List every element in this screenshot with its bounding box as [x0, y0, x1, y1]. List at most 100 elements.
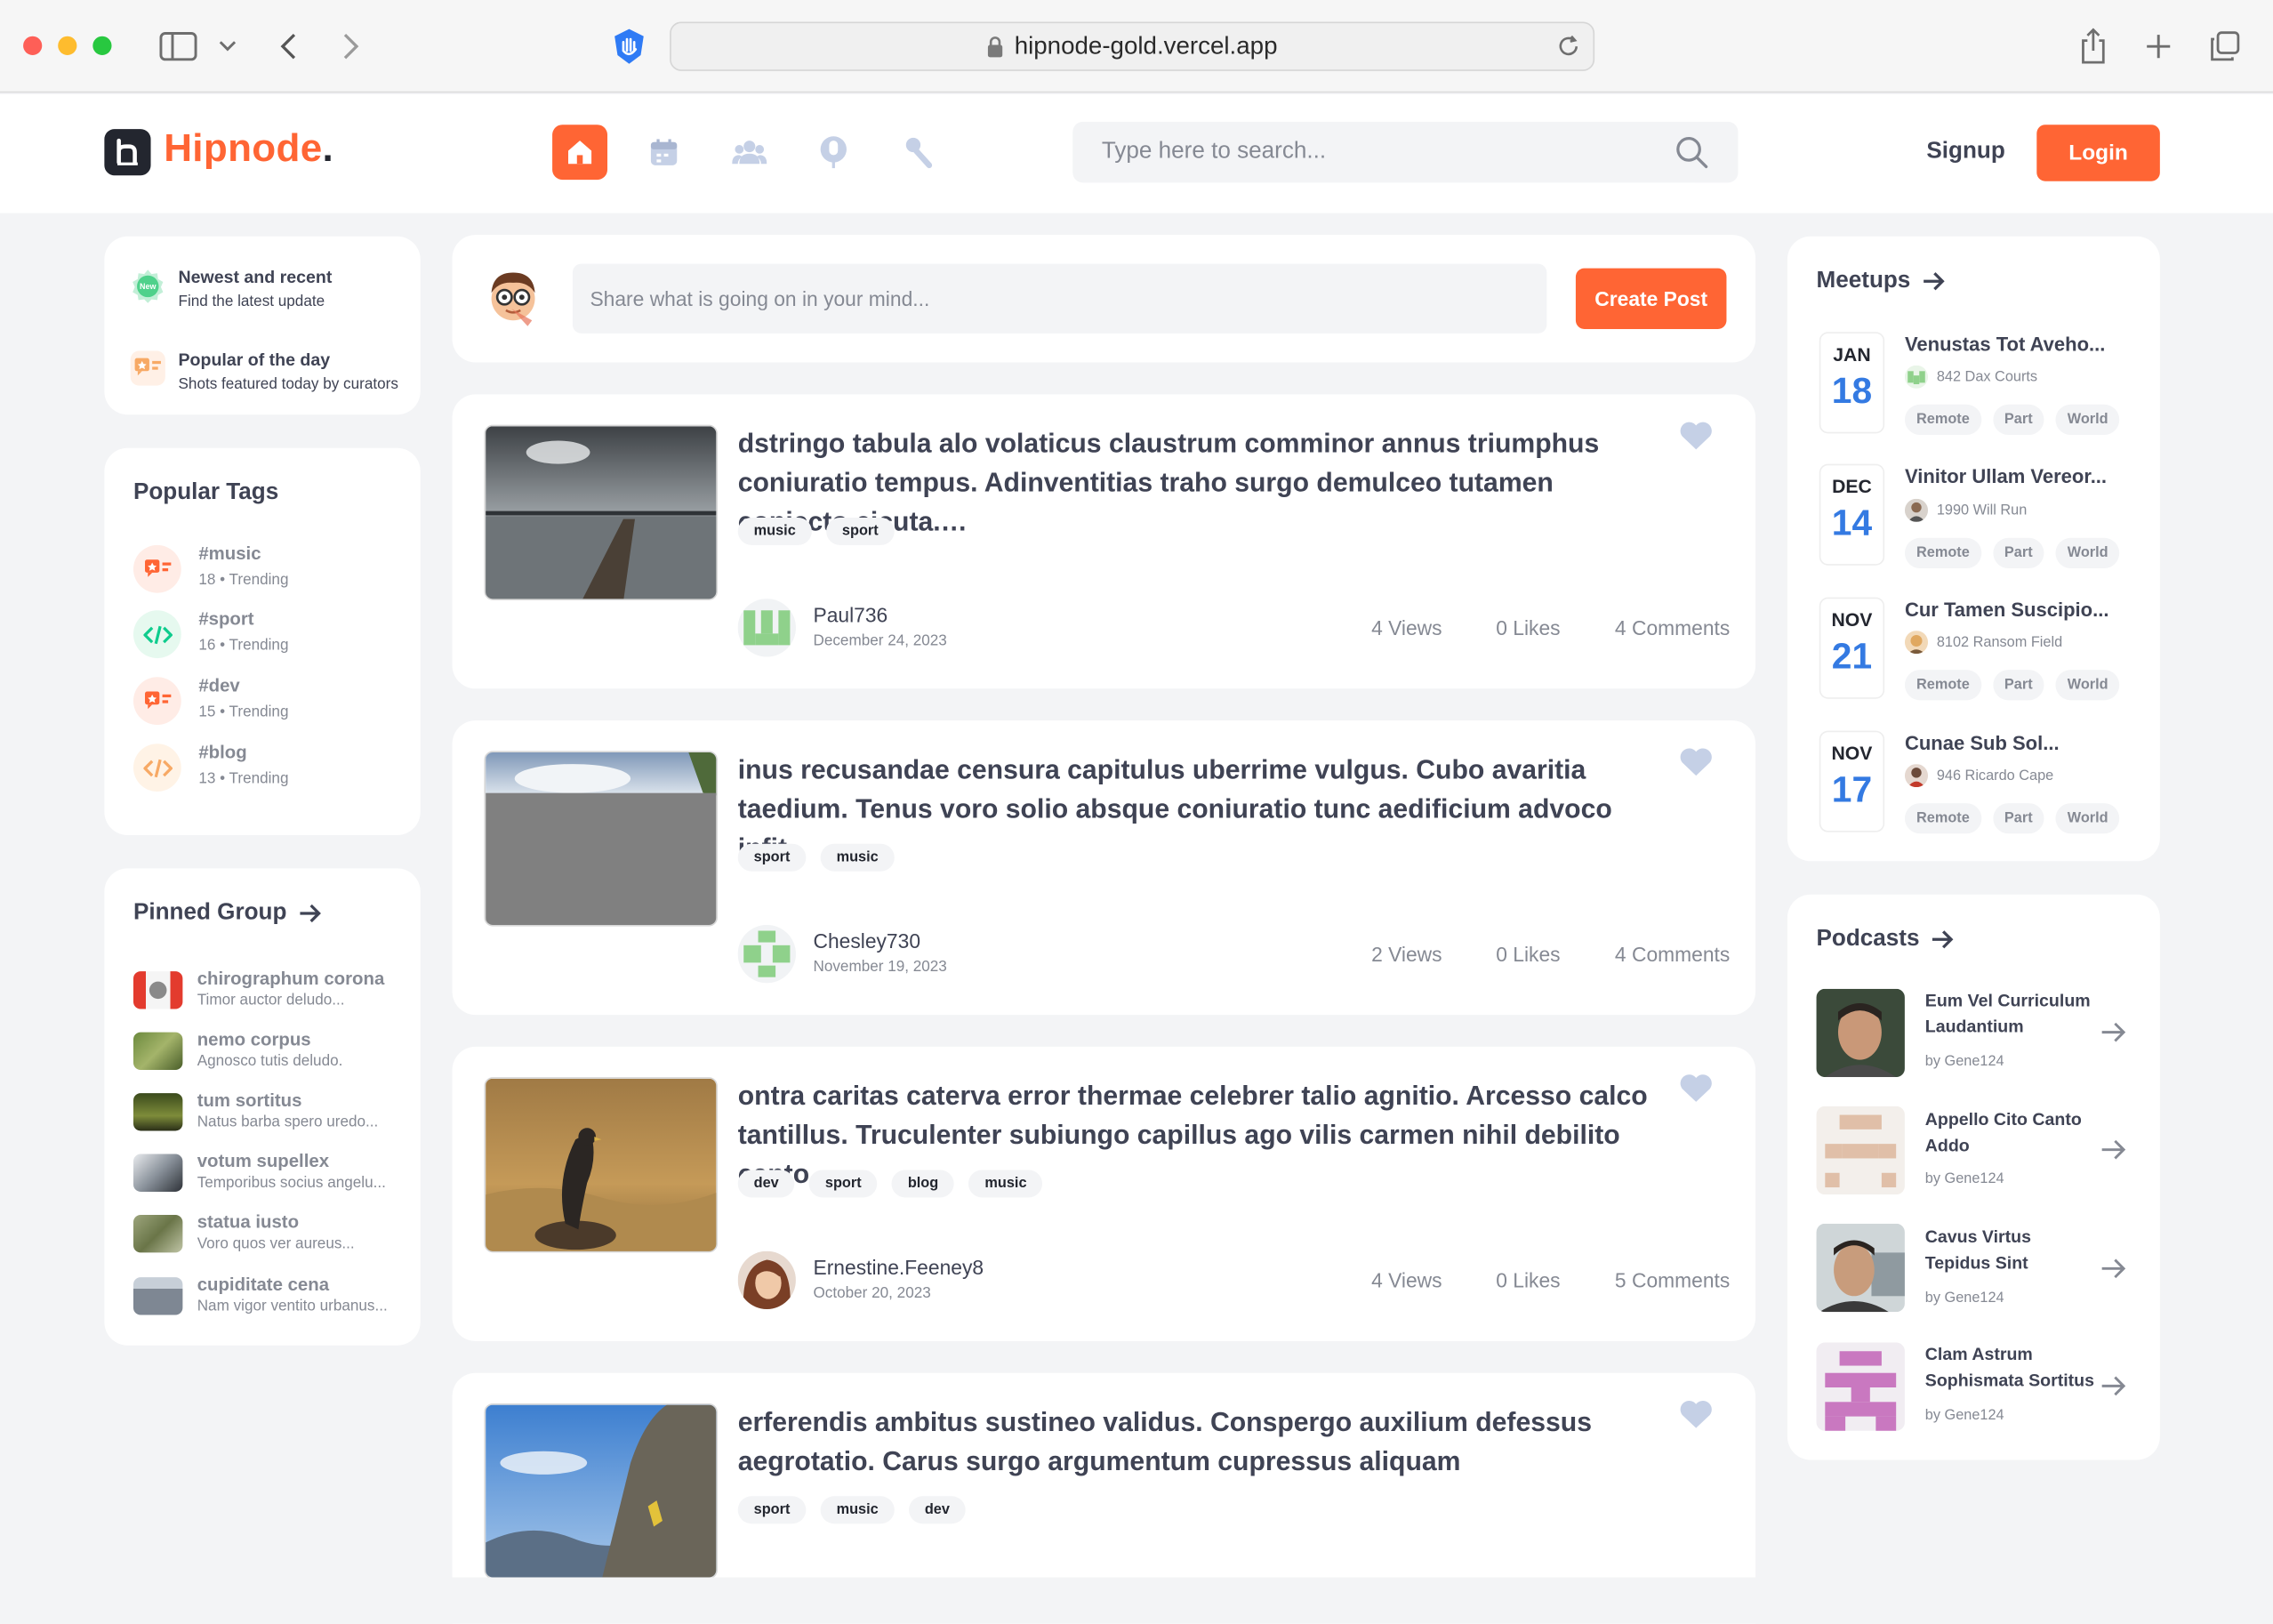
post-tag[interactable]: music [820, 1496, 895, 1524]
filter-newest[interactable]: New Newest and recent Find the latest up… [131, 265, 332, 314]
close-window-button[interactable] [23, 36, 43, 55]
meetup-date[interactable]: DEC 14 [1819, 463, 1885, 566]
address-bar[interactable]: hipnode-gold.vercel.app [670, 21, 1595, 71]
search-input[interactable] [1101, 139, 1675, 165]
podcast-title[interactable]: Eum Vel Curriculum Laudantium [1925, 987, 2100, 1040]
nav-interviews-icon[interactable] [890, 125, 945, 180]
post-card[interactable]: inus recusandae censura capitulus uberri… [452, 720, 1756, 1016]
new-tab-icon[interactable] [2138, 26, 2179, 67]
meetup-pill[interactable]: World [2055, 803, 2120, 834]
nav-calendar-icon[interactable] [637, 125, 692, 180]
post-tag[interactable]: blog [891, 1170, 955, 1198]
like-heart-icon[interactable] [1679, 1399, 1714, 1429]
podcast-thumbnail[interactable] [1816, 1342, 1905, 1431]
post-card[interactable]: dstringo tabula alo volaticus claustrum … [452, 394, 1756, 689]
podcast-title[interactable]: Clam Astrum Sophismata Sortitus [1925, 1341, 2100, 1394]
chevron-down-icon[interactable] [207, 26, 248, 67]
login-button[interactable]: Login [2036, 125, 2160, 181]
signup-button[interactable]: Signup [1926, 139, 2004, 165]
meetups-heading[interactable]: Meetups [1817, 269, 1946, 294]
like-heart-icon[interactable] [1679, 1073, 1714, 1103]
group-item[interactable]: nemo corpus Agnosco tutis deludo. [133, 1028, 342, 1073]
meetup-pill[interactable]: Remote [1904, 803, 1981, 834]
like-heart-icon[interactable] [1679, 421, 1714, 451]
share-icon[interactable] [2073, 26, 2114, 67]
zoom-window-button[interactable] [92, 36, 112, 55]
nav-home-icon[interactable] [552, 125, 608, 181]
share-post-input[interactable] [572, 263, 1547, 334]
minimize-window-button[interactable] [58, 36, 77, 55]
post-image[interactable] [484, 751, 718, 927]
meetup-pill[interactable]: Part [1992, 537, 2044, 568]
group-item[interactable]: tum sortitus Natus barba spero uredo... [133, 1089, 378, 1134]
podcasts-heading[interactable]: Podcasts [1817, 927, 1955, 953]
meetup-pill[interactable]: Part [1992, 404, 2044, 436]
post-tag[interactable]: music [737, 517, 812, 545]
meetup-pill[interactable]: Part [1992, 803, 2044, 834]
create-post-button[interactable]: Create Post [1575, 268, 1727, 330]
arrow-right-icon[interactable] [2100, 1138, 2126, 1162]
meetup-pill[interactable]: Remote [1904, 670, 1981, 701]
podcast-title[interactable]: Cavus Virtus Tepidus Sint [1925, 1224, 2100, 1276]
podcast-thumbnail[interactable] [1816, 988, 1905, 1078]
post-title[interactable]: erferendis ambitus sustineo validus. Con… [738, 1402, 1666, 1480]
post-tag[interactable]: music [820, 843, 895, 872]
tag-item-dev[interactable]: #dev 15 • Trending [133, 674, 288, 726]
reload-icon[interactable] [1555, 33, 1581, 59]
podcast-thumbnail[interactable] [1816, 1105, 1905, 1195]
meetup-title[interactable]: Cunae Sub Sol... [1905, 732, 2060, 753]
meetup-pill[interactable]: Remote [1904, 404, 1981, 436]
arrow-right-icon[interactable] [2100, 1021, 2126, 1044]
group-item[interactable]: chirographum corona Timor auctor deludo.… [133, 967, 384, 1012]
post-tag[interactable]: music [968, 1170, 1043, 1198]
post-image[interactable] [484, 1403, 718, 1580]
meetup-title[interactable]: Cur Tamen Suscipio... [1905, 599, 2108, 620]
user-avatar[interactable] [484, 264, 542, 328]
hipnode-logo-icon[interactable] [104, 129, 151, 176]
meetup-pill[interactable]: Part [1992, 670, 2044, 701]
post-tag[interactable]: sport [737, 843, 807, 872]
group-item[interactable]: votum supellex Temporibus socius angelu.… [133, 1150, 386, 1195]
meetup-date[interactable]: NOV 21 [1819, 597, 1885, 699]
group-item[interactable]: statua iusto Voro quos ver aureus... [133, 1210, 355, 1256]
search-icon[interactable] [1675, 135, 1712, 170]
podcast-title[interactable]: Appello Cito Canto Addo [1925, 1106, 2100, 1159]
meetup-pill[interactable]: World [2055, 537, 2120, 568]
post-tag[interactable]: sport [808, 1170, 878, 1198]
nav-podcasts-icon[interactable] [806, 125, 861, 180]
post-author[interactable]: Chesley730 November 19, 2023 [737, 925, 947, 984]
arrow-right-icon[interactable] [2100, 1257, 2126, 1280]
meetup-date[interactable]: NOV 17 [1819, 730, 1885, 832]
podcast-thumbnail[interactable] [1816, 1223, 1905, 1313]
meetup-date[interactable]: JAN 18 [1819, 332, 1885, 434]
post-tag[interactable]: sport [737, 1496, 807, 1524]
post-author[interactable]: Paul736 December 24, 2023 [737, 599, 947, 657]
post-image[interactable] [484, 424, 718, 600]
meetup-title[interactable]: Venustas Tot Aveho... [1905, 334, 2105, 355]
tabs-overview-icon[interactable] [2205, 26, 2245, 67]
post-author[interactable]: Ernestine.Feeney8 October 20, 2023 [737, 1250, 984, 1309]
meetup-pill[interactable]: World [2055, 404, 2120, 436]
filter-popular[interactable]: Popular of the day Shots featured today … [130, 348, 398, 397]
tag-item-sport[interactable]: #sport 16 • Trending [133, 607, 288, 659]
pinned-group-heading[interactable]: Pinned Group [133, 900, 322, 926]
meetup-pill[interactable]: World [2055, 670, 2120, 701]
forward-icon[interactable] [331, 26, 372, 67]
back-icon[interactable] [269, 26, 309, 67]
meetup-pill[interactable]: Remote [1904, 537, 1981, 568]
post-tag[interactable]: sport [826, 517, 895, 545]
nav-groups-icon[interactable] [722, 125, 777, 180]
tag-item-music[interactable]: #music 18 • Trending [133, 543, 288, 593]
group-item[interactable]: cupiditate cena Nam vigor ventito urbanu… [133, 1273, 388, 1318]
post-tag[interactable]: dev [908, 1496, 966, 1524]
tag-item-blog[interactable]: #blog 13 • Trending [133, 741, 288, 792]
arrow-right-icon[interactable] [2100, 1374, 2126, 1397]
post-image[interactable] [484, 1077, 718, 1253]
sidebar-toggle-icon[interactable] [158, 26, 199, 67]
post-card[interactable]: ontra caritas caterva error thermae cele… [452, 1046, 1756, 1341]
privacy-hand-icon[interactable] [609, 26, 650, 67]
meetup-title[interactable]: Vinitor Ullam Vereor... [1905, 465, 2107, 486]
like-heart-icon[interactable] [1679, 747, 1714, 777]
brand-name[interactable]: Hipnode. [164, 126, 333, 172]
post-tag[interactable]: dev [737, 1170, 795, 1198]
